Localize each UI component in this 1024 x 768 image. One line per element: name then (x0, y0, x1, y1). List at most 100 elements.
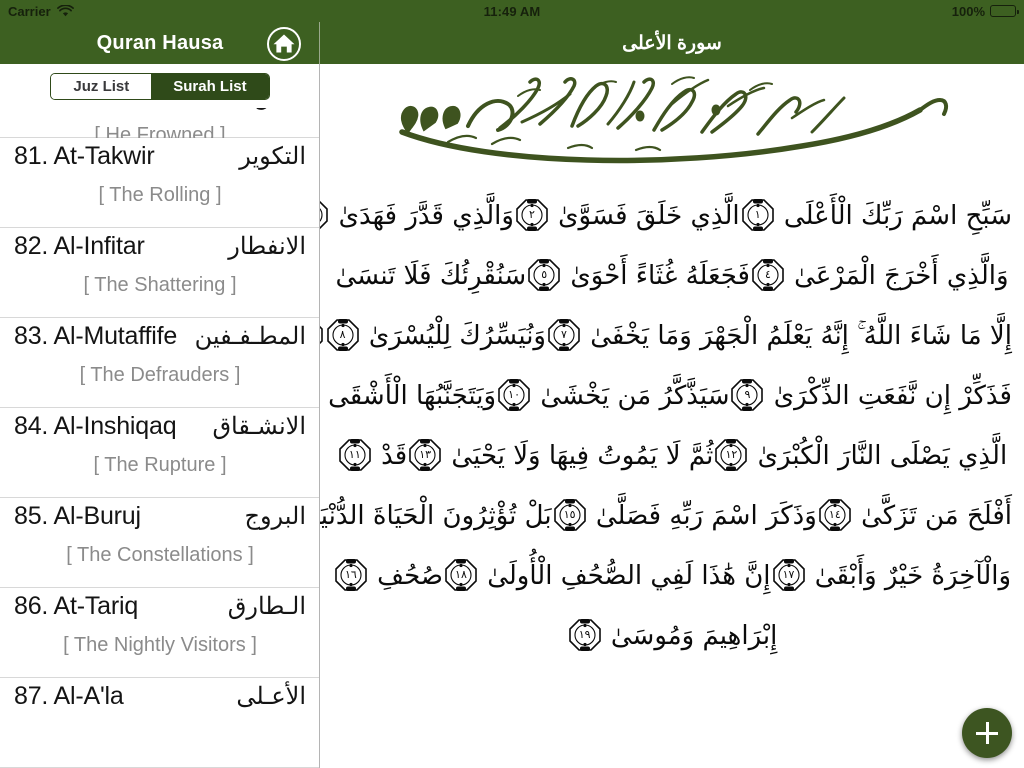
surah-list-item[interactable]: 87. Al-A'la الأعـلى (0, 678, 320, 768)
surah-item-name: 80. Abasa (14, 108, 124, 111)
ayah-text: وَذَكَرَ اسْمَ رَبِّهِ فَصَلَّىٰ (587, 501, 817, 531)
quran-content-pane: سَبِّحِ اسْمَ رَبِّكَ الْأَعْلَى ١ الَّذِ… (320, 64, 1024, 768)
status-bar-right: 100% (951, 3, 1019, 19)
tab-surah-list[interactable]: Surah List (151, 73, 269, 99)
ayah-number-marker: ١٠ (497, 378, 531, 412)
surah-list-item[interactable]: 81. At-Takwir التكوير [ The Rolling ] (0, 138, 320, 228)
ayah-number-marker: ٧ (547, 318, 581, 352)
ayah-number-marker: ١٤ (818, 498, 852, 532)
ayah-number-marker: ١٣ (408, 438, 442, 472)
surah-item-header: 87. Al-A'la الأعـلى (14, 678, 306, 722)
ayah-text-block: سَبِّحِ اسْمَ رَبِّكَ الْأَعْلَى ١ الَّذِ… (320, 186, 1024, 666)
ayah-text: وَيَتَجَنَّبُهَا الْأَشْقَى (328, 381, 497, 411)
ayah-text: وَنُيَسِّرُكَ لِلْيُسْرَىٰ (360, 321, 547, 351)
ayah-text: صُحُفِ (368, 561, 443, 591)
ayah-number: ١ (754, 208, 761, 221)
status-bar-time: 11:49 AM (483, 3, 541, 19)
battery-percent-label: 100% (951, 3, 985, 19)
add-button[interactable] (962, 708, 1012, 758)
surah-item-arabic: الأعـلى (236, 683, 306, 710)
ayah-number: ١٧ (782, 568, 795, 581)
ayah-number-marker: ١١ (338, 438, 372, 472)
ayah-number: ٦ (320, 318, 324, 352)
ayah-number: ١٠ (508, 388, 520, 401)
surah-item-meaning: [ The Constellations ] (66, 544, 254, 566)
ayah-number: ١٥ (563, 508, 576, 521)
surah-list-item[interactable]: 85. Al-Buruj البروج [ The Constellations ] (0, 498, 320, 588)
ayah-number-marker: ١٨ (444, 558, 478, 592)
ayah-number: ١١ (348, 448, 361, 461)
surah-item-header: 80. Abasa عبس (14, 108, 306, 122)
surah-item-arabic: عبس (254, 108, 306, 111)
pane-divider (319, 64, 320, 768)
ayah-text: فَجَعَلَهُ غُثَاءً أَحْوَىٰ (562, 261, 750, 291)
surah-item-arabic: الـطارق (227, 593, 306, 620)
surah-list[interactable]: 80. Abasaعبس[ He Frowned ]81. At-Takwirا… (0, 108, 320, 768)
right-navigation-bar: سورة الأعلى (320, 22, 1024, 64)
bismillah-calligraphy (320, 64, 1024, 186)
ayah-number-marker: ٢ (515, 198, 549, 232)
ayah-number: ٥ (541, 268, 548, 281)
ayah-number: ١٢ (725, 448, 738, 461)
ayah-text: بَلْ تُؤْثِرُونَ الْحَيَاةَ الدُّنْيَا (320, 501, 552, 531)
segmented-control: Juz List Surah List (50, 72, 270, 100)
ayah-number: ٤ (764, 268, 771, 281)
surah-item-header: 83. Al-Mutaffife المطـفـفين (14, 318, 306, 362)
surah-item-meaning: [ The Defrauders ] (79, 364, 241, 386)
ayah-number-marker: ١٧ (772, 558, 806, 592)
ayah-text: سَبِّحِ اسْمَ رَبِّكَ الْأَعْلَى (775, 201, 1013, 231)
ayah-text: الَّذِي يَصْلَى النَّارَ الْكُبْرَىٰ (749, 441, 1008, 471)
ayah-text: الَّذِي خَلَقَ فَسَوَّىٰ (549, 201, 740, 231)
ayah-line: وَالْآخِرَةُ خَيْرٌ وَأَبْقَىٰ ١٧ إِنَّ ه… (332, 546, 1012, 606)
ayah-number: ٩ (744, 388, 751, 401)
ayah-line: سَبِّحِ اسْمَ رَبِّكَ الْأَعْلَى ١ الَّذِ… (320, 186, 1013, 246)
ayah-number: ١٣ (419, 448, 432, 461)
surah-title-arabic: سورة الأعلى (622, 32, 722, 54)
surah-item-arabic: المطـفـفين (194, 323, 306, 350)
surah-list-item[interactable]: 84. Al-Inshiqaq الانشـقاق [ The Rupture ] (0, 408, 320, 498)
surah-item-arabic: الانشـقاق (212, 413, 306, 440)
surah-list-item[interactable]: 83. Al-Mutaffife المطـفـفين [ The Defraude… (0, 318, 320, 408)
ayah-text: إِنَّ هَٰذَا لَفِي الصُّحُفِ الْأُولَىٰ (478, 561, 771, 591)
surah-item-arabic: الانفطار (228, 233, 306, 260)
ayah-text: وَالَّذِي أَخْرَجَ الْمَرْعَىٰ (785, 261, 1009, 291)
surah-list-item[interactable]: 80. Abasaعبس[ He Frowned ] (0, 108, 320, 146)
ayah-text: وَالَّذِي قَدَّرَ فَهَدَىٰ (330, 201, 515, 231)
surah-item-meaning: [ The Nightly Visitors ] (63, 634, 257, 656)
ayah-number: ١٤ (828, 508, 841, 521)
surah-item-header: 86. At-Tariq الـطارق (14, 588, 306, 632)
ayah-number-marker: ١٦ (334, 558, 368, 592)
ayah-number-marker: ١٩ (568, 618, 602, 652)
surah-list-item[interactable]: 86. At-Tariq الـطارق [ The Nightly Visitor… (0, 588, 320, 678)
ayah-line: إِبْرَاهِيمَ وَمُوسَىٰ ١٩ (332, 606, 1012, 666)
ayah-text: إِلَّا مَا شَاءَ اللَّهُ ۚ إِنَّهُ يَعْل… (581, 321, 1012, 351)
surah-item-arabic: البروج (244, 503, 306, 530)
surah-item-name: 85. Al-Buruj (14, 502, 141, 530)
surah-item-name: 86. At-Tariq (14, 592, 139, 620)
ayah-number-marker: ١٥ (553, 498, 587, 532)
app-root: Carrier 11:49 AM 100% Quran Hausa سورة ا… (0, 0, 1024, 768)
battery-full-icon (990, 5, 1019, 17)
plus-icon (976, 722, 998, 744)
surah-item-header: 84. Al-Inshiqaq الانشـقاق (14, 408, 306, 452)
surah-list-item[interactable]: 82. Al-Infitar الانفطار [ The Shattering ] (0, 228, 320, 318)
ayah-line: الَّذِي يَصْلَى النَّارَ الْكُبْرَىٰ ١٢ ث… (332, 426, 1012, 486)
surah-item-meaning (14, 722, 306, 724)
tab-juz-list[interactable]: Juz List (51, 73, 152, 99)
home-icon[interactable] (266, 26, 302, 62)
ayah-text: وَالْآخِرَةُ خَيْرٌ وَأَبْقَىٰ (806, 561, 1012, 591)
navbar-separator (319, 22, 320, 64)
ayah-number: ١٩ (578, 628, 591, 641)
ayah-number-marker: ٦ (320, 318, 324, 352)
ayah-number: ٧ (561, 328, 567, 341)
surah-item-header: 81. At-Takwir التكوير (14, 138, 306, 182)
ayah-number-marker: ٨ (326, 318, 360, 352)
surah-item-header: 82. Al-Infitar الانفطار (14, 228, 306, 272)
sidebar-pane: Juz List Surah List 80. Abasaعبس[ He Fro… (0, 64, 320, 768)
ayah-text: إِبْرَاهِيمَ وَمُوسَىٰ (602, 621, 778, 651)
ayah-number-marker: ٩ (730, 378, 764, 412)
ayah-text: فَذَكِّرْ إِن نَّفَعَتِ الذِّكْرَىٰ (765, 381, 1013, 411)
surah-item-meaning: [ The Rolling ] (98, 184, 222, 206)
ayah-number: ١٨ (455, 568, 467, 581)
surah-item-name: 84. Al-Inshiqaq (14, 412, 177, 440)
